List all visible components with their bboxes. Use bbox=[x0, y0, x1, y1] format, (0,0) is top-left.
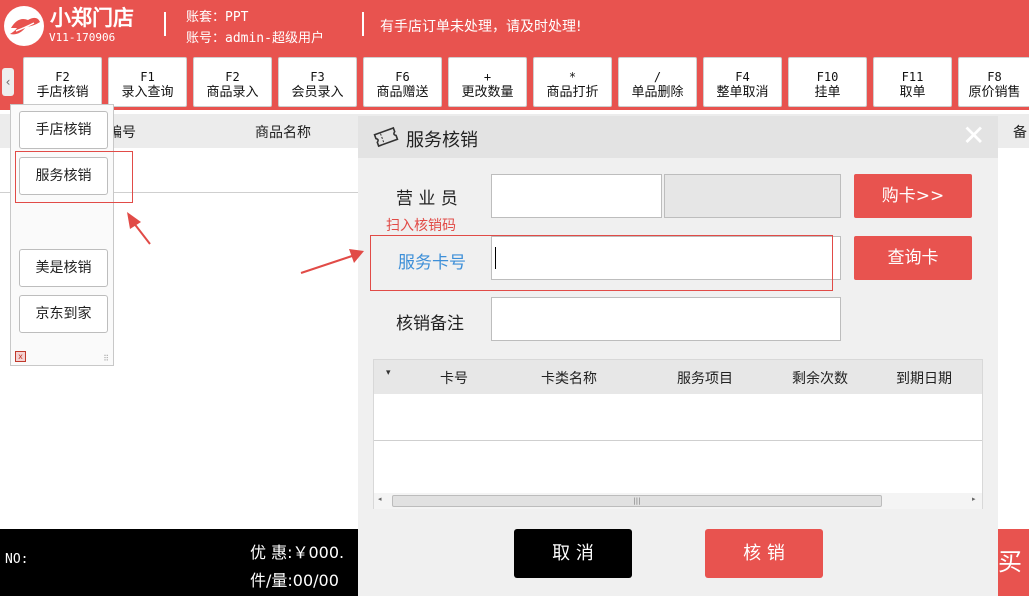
annotation-arrows bbox=[127, 212, 364, 274]
arrow-to-card-field-icon bbox=[300, 249, 364, 274]
arrow-to-menu-icon bbox=[127, 212, 151, 245]
